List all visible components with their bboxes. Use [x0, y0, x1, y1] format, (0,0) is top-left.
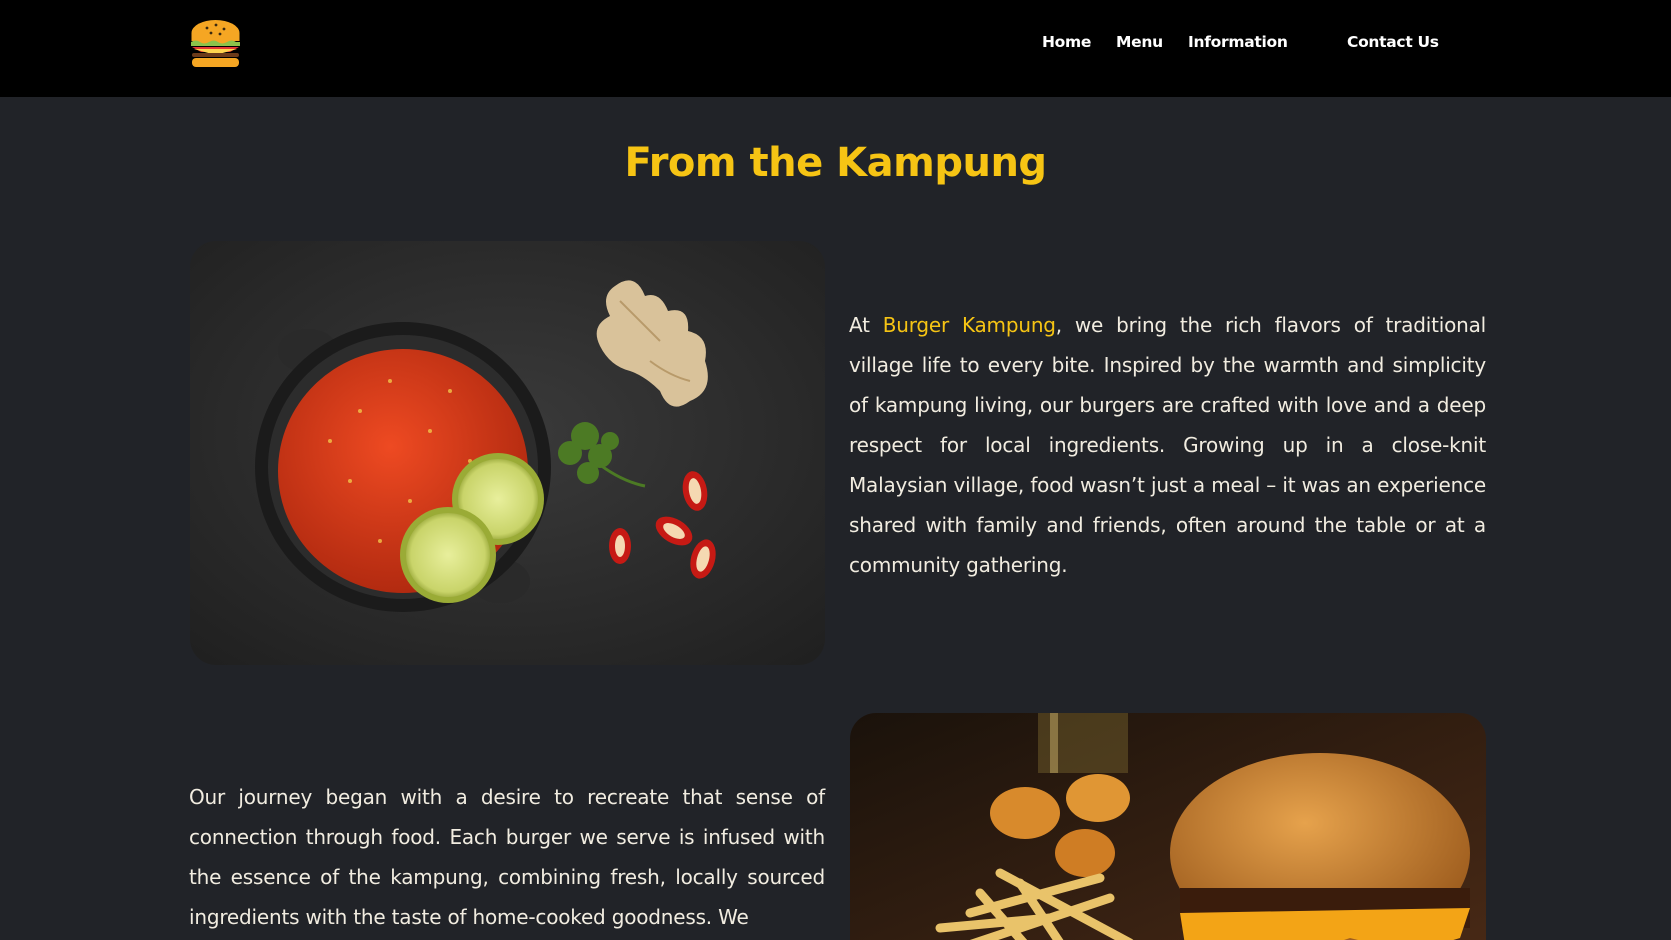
brand-name-highlight: Burger Kampung: [882, 313, 1056, 337]
nav-link-home[interactable]: Home: [1042, 33, 1091, 51]
main-nav: Home Menu Information Contact Us: [0, 33, 1671, 59]
nav-link-contact-us[interactable]: Contact Us: [1347, 33, 1439, 51]
intro-prefix: At: [849, 313, 883, 337]
intro-body: , we bring the rich flavors of tradition…: [849, 313, 1486, 577]
intro-paragraph: At Burger Kampung, we bring the rich fla…: [849, 305, 1486, 585]
burger-fries-image: [850, 713, 1486, 940]
nav-link-menu[interactable]: Menu: [1116, 33, 1163, 51]
journey-paragraph: Our journey began with a desire to recre…: [189, 785, 825, 929]
nav-link-information[interactable]: Information: [1188, 33, 1288, 51]
top-navbar: Home Menu Information Contact Us: [0, 0, 1671, 97]
section-title: From the Kampung: [624, 140, 1047, 186]
sambal-dish-image: [190, 241, 825, 665]
